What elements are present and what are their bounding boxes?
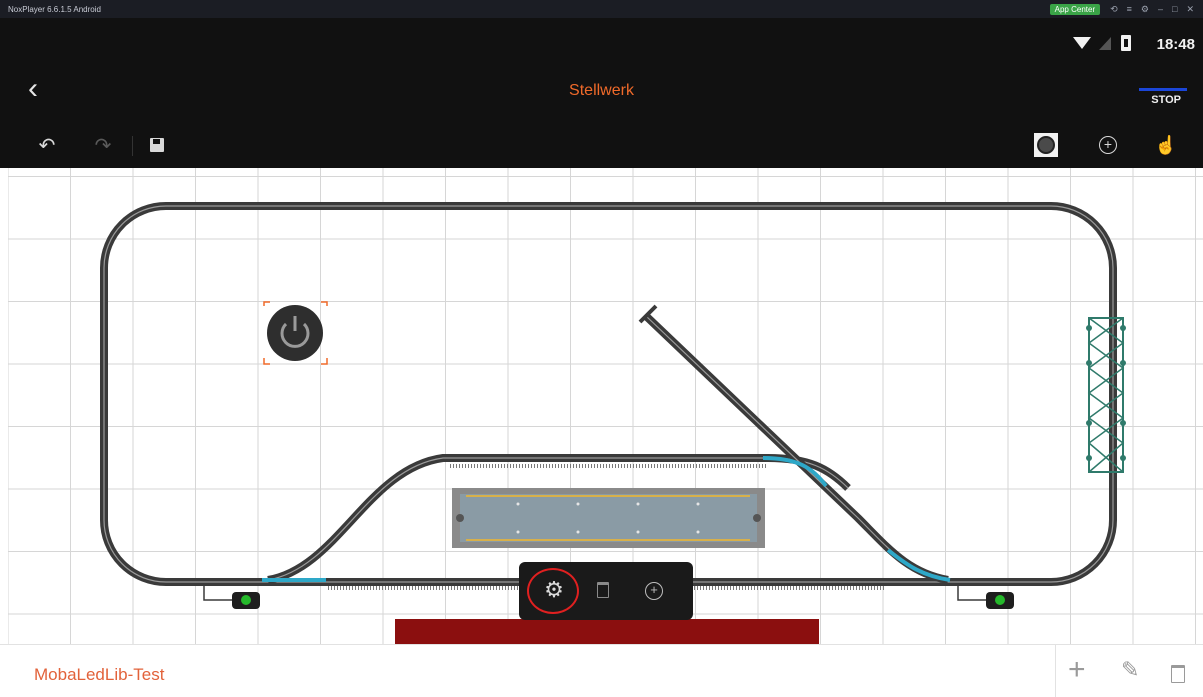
- emulator-maximize-icon[interactable]: □: [1172, 4, 1177, 14]
- save-icon[interactable]: [142, 130, 172, 160]
- power-button-widget[interactable]: [263, 301, 328, 365]
- undo-icon[interactable]: ↶: [32, 130, 62, 160]
- emulator-title: NoxPlayer 6.6.1.5 Android: [8, 4, 101, 14]
- stop-indicator: [1139, 88, 1187, 91]
- emulator-title-bar: NoxPlayer 6.6.1.5 Android App Center ⟲ ≡…: [0, 0, 1203, 18]
- bridge-truss[interactable]: [1086, 317, 1126, 473]
- gear-icon[interactable]: ⚙: [543, 578, 565, 602]
- app-header: ‹ Stellwerk STOP: [0, 60, 1203, 122]
- app-center-button[interactable]: App Center: [1049, 3, 1101, 15]
- station-platform[interactable]: [452, 488, 765, 548]
- edit-layout-button[interactable]: ✎: [1121, 659, 1139, 681]
- delete-layout-button[interactable]: [1171, 665, 1185, 683]
- redo-icon[interactable]: ↷: [88, 130, 118, 160]
- emulator-close-icon[interactable]: ✕: [1186, 4, 1194, 15]
- red-block[interactable]: [395, 619, 819, 644]
- frame-icon[interactable]: [1031, 130, 1061, 160]
- wifi-icon: [1073, 37, 1091, 49]
- android-status-bar: 18:48: [0, 18, 1203, 60]
- add-circle-icon[interactable]: +: [1093, 130, 1123, 160]
- bottom-panel: MobaLedLib-Test + ✎: [0, 644, 1203, 697]
- toolbar-divider: [132, 136, 133, 156]
- status-time: 18:48: [1156, 36, 1195, 53]
- emulator-menu-icon[interactable]: ≡: [1127, 4, 1132, 14]
- add-circle-icon[interactable]: +: [645, 582, 663, 600]
- app-screen: NoxPlayer 6.6.1.5 Android App Center ⟲ ≡…: [0, 0, 1203, 697]
- signal-icon: [1099, 37, 1111, 50]
- signal-right[interactable]: [957, 586, 1014, 609]
- hand-pointer-icon[interactable]: ☝: [1151, 130, 1181, 160]
- page-title: Stellwerk: [569, 82, 634, 99]
- bottom-divider: [1055, 645, 1056, 697]
- trash-icon[interactable]: [597, 582, 609, 598]
- emulator-refresh-icon[interactable]: ⟲: [1110, 4, 1118, 15]
- editor-toolbar: ↶ ↷ + ☝: [0, 122, 1203, 168]
- stop-button[interactable]: STOP: [1151, 94, 1181, 106]
- add-layout-button[interactable]: +: [1068, 655, 1086, 685]
- battery-icon: [1121, 35, 1131, 51]
- context-menu: ⚙ +: [519, 562, 693, 620]
- emulator-minimize-icon[interactable]: –: [1158, 4, 1163, 14]
- layout-name[interactable]: MobaLedLib-Test: [34, 665, 164, 685]
- emulator-settings-icon[interactable]: ⚙: [1141, 4, 1149, 15]
- signal-left[interactable]: [203, 586, 260, 609]
